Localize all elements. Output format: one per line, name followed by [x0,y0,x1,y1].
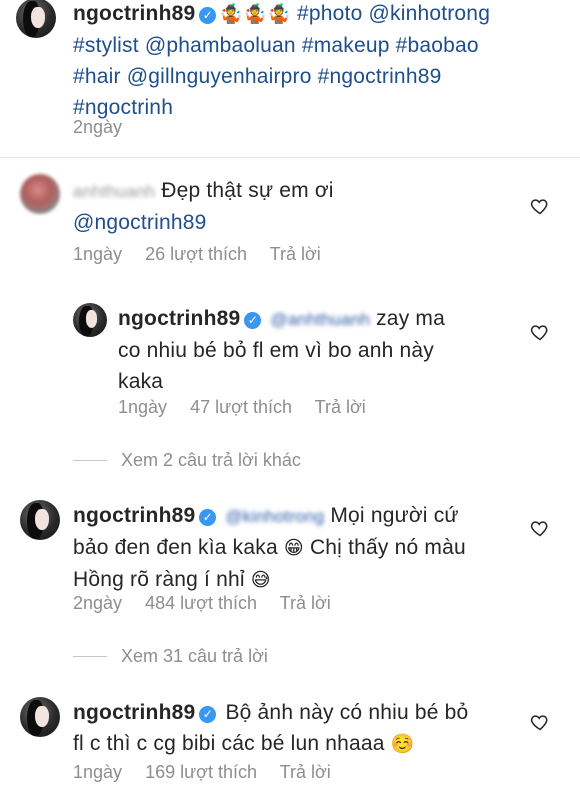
comment-3-mention[interactable]: @kinhotrong [225,501,324,532]
grinning-emoji-icon: 😁 [283,537,304,559]
caption: ngoctrinh89 ✓ 🤹🤹🤹 #photo @kinhotrong #styl… [73,0,578,123]
verified-badge-icon: ✓ [199,706,217,723]
comment-4-avatar[interactable] [20,697,60,737]
comment-4-line-2: fl c thì c cg bibi các bé lun nhaaa ☺️ [73,728,523,760]
comment-4-time: 1ngày [73,762,123,782]
caption-line-1: ngoctrinh89 ✓ 🤹🤹🤹 #photo @kinhotrong [73,0,578,30]
comment-1-reply[interactable]: Trả lời [270,244,321,264]
comment-1-mention[interactable]: @ngoctrinh89 [73,207,523,238]
heart-outline-icon[interactable] [530,712,550,732]
comment-3-username[interactable]: ngoctrinh89 [73,504,195,527]
juggling-emoji-icon: 🤹🤹🤹 [219,3,291,25]
comment-2-username[interactable]: ngoctrinh89 [118,307,240,330]
comment-4: ngoctrinh89 ✓ Bộ ảnh này có nhiu bé bỏ fl… [73,697,523,760]
smiling-emoji-icon: ☺️ [390,733,415,755]
comment-2-mention[interactable]: @anhthuanh [270,304,370,335]
comment-4-likes[interactable]: 169 lượt thích [145,762,257,782]
avatar-face [31,6,45,28]
caption-line-2[interactable]: #stylist @phambaoluan #makeup #baobao [73,30,578,61]
comment-4-text-1: Bộ ảnh này có nhiu bé bỏ [225,701,469,724]
comment-4-text-2: fl c thì c cg bibi các bé lun nhaaa [73,732,385,755]
caption-username[interactable]: ngoctrinh89 [73,2,195,25]
comment-3-text-2b: Chị thấy nó màu [309,536,466,559]
caption-divider [0,157,580,158]
view-more-replies-1[interactable]: Xem 2 câu trả lời khác [73,450,301,471]
view-more-replies-2-label: Xem 31 câu trả lời [121,646,268,666]
comment-3-likes[interactable]: 484 lượt thích [145,593,257,613]
avatar-face [35,508,49,530]
view-more-line [73,656,107,657]
view-more-replies-2[interactable]: Xem 31 câu trả lời [73,646,268,667]
comment-2-text-3: kaka [118,370,164,393]
comment-1: anhthuanh Đẹp thật sự em ơi @ngoctrinh89 [73,175,523,238]
comment-1-line-1: anhthuanh Đẹp thật sự em ơi [73,175,523,207]
comment-1-time: 1ngày [73,244,123,264]
heart-outline-icon[interactable] [530,322,550,342]
caption-line-4[interactable]: #ngoctrinh [73,92,578,123]
comment-1-avatar[interactable] [20,174,60,214]
verified-badge-icon: ✓ [199,509,217,526]
comment-3-text-3: Hồng rõ ràng í nhỉ [73,568,245,591]
comment-3-line-2: bảo đen đen kìa kaka 😁 Chị thấy nó màu [73,532,523,564]
verified-badge-icon: ✓ [244,312,262,329]
comment-3-meta: 2ngày 484 lượt thích Trả lời [73,593,349,614]
comment-2-reply[interactable]: Trả lời [315,397,366,417]
comment-3-text-2a: bảo đen đen kìa kaka [73,536,278,559]
comment-1-likes[interactable]: 26 lượt thích [145,244,247,264]
view-more-line [73,460,107,461]
comment-3-line-3: Hồng rõ ràng í nhỉ 😅 [73,564,523,596]
sweat-smile-emoji-icon: 😅 [250,569,271,591]
view-more-replies-1-label: Xem 2 câu trả lời khác [121,450,301,470]
comment-3: ngoctrinh89 ✓ @kinhotrong Mọi người cứ bả… [73,500,523,596]
comment-2-line-1: ngoctrinh89 ✓ @anhthuanh zay ma [118,303,518,335]
heart-outline-icon[interactable] [530,196,550,216]
comment-2-meta: 1ngày 47 lượt thích Trả lời [118,397,384,418]
caption-avatar[interactable] [16,0,56,38]
heart-outline-icon[interactable] [530,518,550,538]
verified-badge-icon: ✓ [199,7,217,24]
comment-3-time: 2ngày [73,593,123,613]
caption-tags-1[interactable]: #photo @kinhotrong [297,2,490,25]
comment-4-username[interactable]: ngoctrinh89 [73,701,195,724]
comment-2-likes[interactable]: 47 lượt thích [190,397,292,417]
comment-2-time: 1ngày [118,397,168,417]
caption-line-3[interactable]: #hair @gillnguyenhairpro #ngoctrinh89 [73,61,578,92]
comment-3-avatar[interactable] [20,500,60,540]
comment-2-text-2: co nhiu bé bỏ fl em vì bo anh này [118,339,434,362]
comment-4-reply[interactable]: Trả lời [280,762,331,782]
comment-2-text-1: zay ma [376,307,445,330]
comment-1-username[interactable]: anhthuanh [73,176,155,207]
caption-time-label: 2ngày [73,117,123,137]
avatar-face [85,310,98,329]
comment-4-meta: 1ngày 169 lượt thích Trả lời [73,762,349,783]
comment-2: ngoctrinh89 ✓ @anhthuanh zay ma co nhiu b… [118,303,518,397]
comment-4-line-1: ngoctrinh89 ✓ Bộ ảnh này có nhiu bé bỏ [73,697,523,728]
comment-3-line-1: ngoctrinh89 ✓ @kinhotrong Mọi người cứ [73,500,523,532]
caption-time: 2ngày [73,117,140,138]
comment-3-reply[interactable]: Trả lời [280,593,331,613]
avatar-face [35,705,49,727]
comment-3-text-1: Mọi người cứ [330,504,459,527]
comment-1-meta: 1ngày 26 lượt thích Trả lời [73,244,339,265]
comment-2-avatar[interactable] [73,303,107,337]
comment-1-text-1: Đẹp thật sự em ơi [161,179,334,202]
